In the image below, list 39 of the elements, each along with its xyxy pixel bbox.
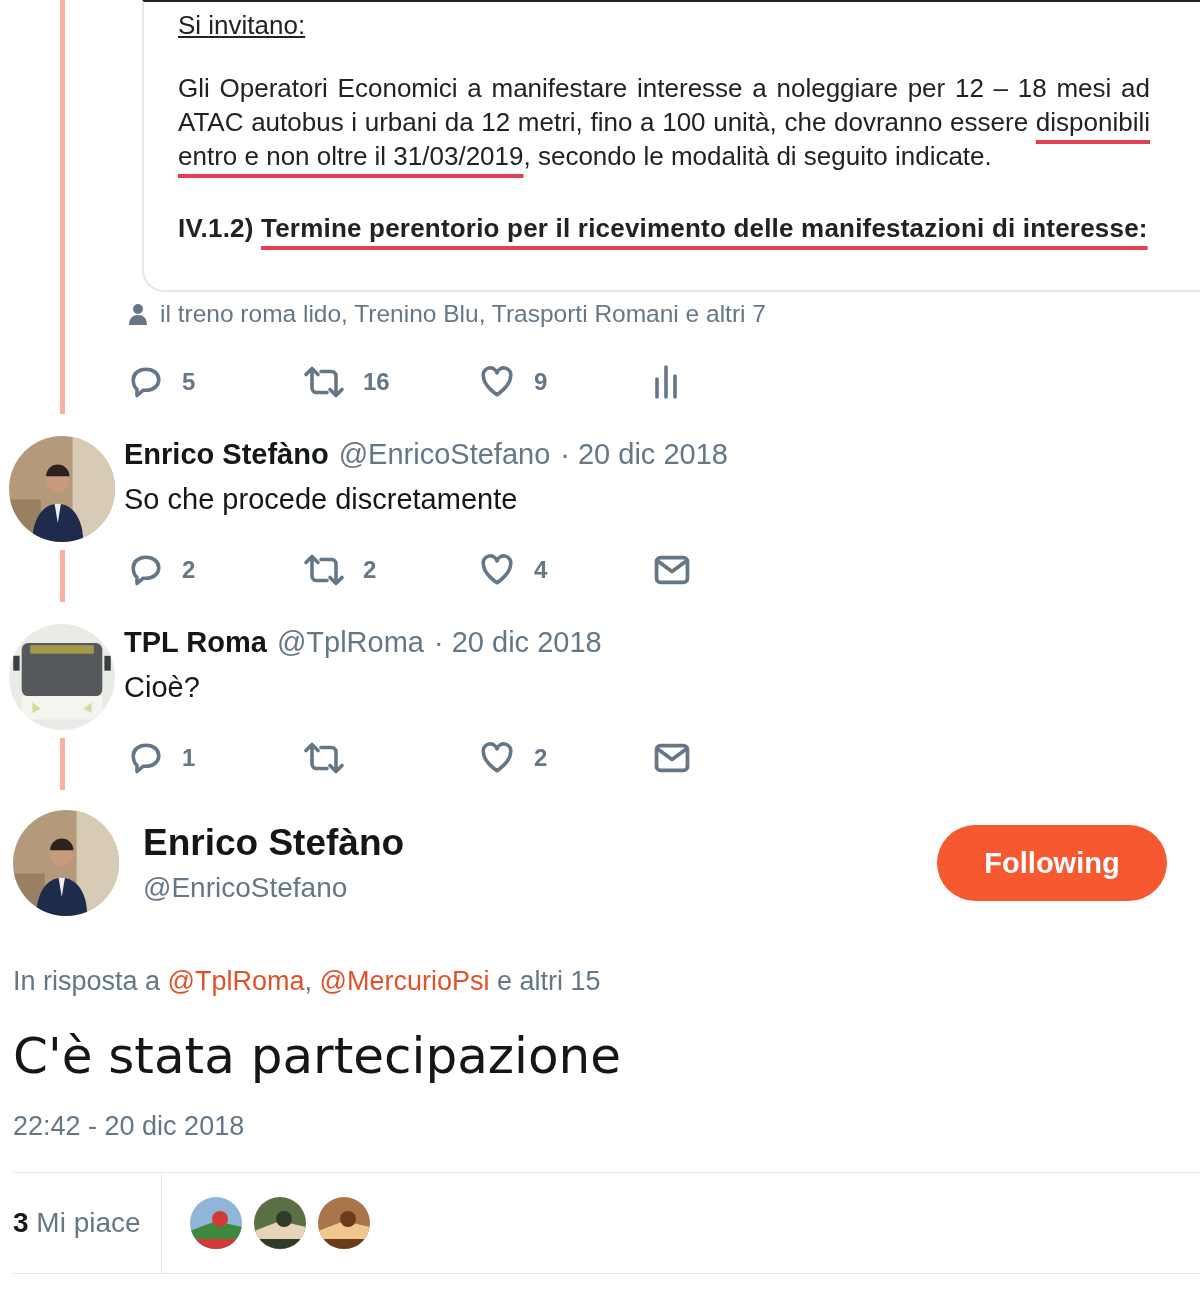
reply-icon[interactable]: [128, 364, 164, 400]
reply-to-line: In risposta a @TplRoma, @MercurioPsi e altri 15: [13, 966, 602, 997]
action-count: 5: [182, 368, 196, 396]
author-name[interactable]: Enrico Stefàno: [143, 822, 405, 864]
following-button[interactable]: Following: [937, 825, 1167, 901]
document-heading: Si invitano:: [178, 10, 307, 41]
action-count: 4: [534, 556, 548, 584]
tagged-users[interactable]: il treno roma lido, Trenino Blu, Trasporti Romani e altri 7: [160, 300, 766, 328]
author-handle[interactable]: @EnricoStefano: [143, 872, 405, 904]
action-count: 2: [182, 556, 196, 584]
action-count: 2: [363, 556, 377, 584]
action-count: 1: [182, 744, 196, 772]
action-count: 16: [363, 368, 390, 396]
retweet-icon[interactable]: [303, 364, 345, 400]
person-icon: [128, 303, 148, 325]
tweet-date[interactable]: · 20 dic 2018: [434, 626, 602, 659]
action-count: 2: [534, 744, 548, 772]
author-handle[interactable]: @EnricoStefano: [338, 438, 551, 471]
document-paragraph: Gli Operatori Economici a manifestare interesse a noleggiare per 12 – 18 mesi ad ATAC autobus i urbani da 12 metri, fino a 100 unità, che dovranno essere disponibili entro e non oltre il 31/03/2019, secondo le modalità di seguito indicate.: [178, 72, 1150, 173]
retweet-icon[interactable]: [303, 552, 345, 588]
mention-link[interactable]: @MercurioPsi: [319, 966, 490, 996]
tweet-text: So che procede discretamente: [124, 483, 519, 516]
tweet-date[interactable]: · 20 dic 2018: [560, 438, 728, 471]
retweet-icon[interactable]: [303, 740, 345, 776]
envelope-icon[interactable]: [653, 741, 691, 775]
author-name[interactable]: TPL Roma: [124, 626, 267, 659]
likes-count[interactable]: 3 Mi piace: [13, 1207, 141, 1239]
envelope-icon[interactable]: [653, 553, 691, 587]
author-handle[interactable]: @TplRoma: [276, 626, 424, 659]
action-count: 9: [534, 368, 548, 396]
reply-icon[interactable]: [128, 552, 164, 588]
document-section-title: IV.1.2) Termine perentorio per il ricevimento delle manifestazioni di interesse:: [178, 213, 1149, 244]
mention-link[interactable]: @TplRoma: [167, 966, 305, 996]
tweet-text: Cioè?: [124, 671, 201, 704]
tweet-timestamp[interactable]: 22:42 - 20 dic 2018: [13, 1111, 1200, 1142]
tweet-text: C'è stata partecipazione: [13, 1027, 622, 1085]
author-name[interactable]: Enrico Stefàno: [124, 438, 329, 471]
analytics-icon[interactable]: [653, 364, 679, 400]
reply-icon[interactable]: [128, 740, 164, 776]
